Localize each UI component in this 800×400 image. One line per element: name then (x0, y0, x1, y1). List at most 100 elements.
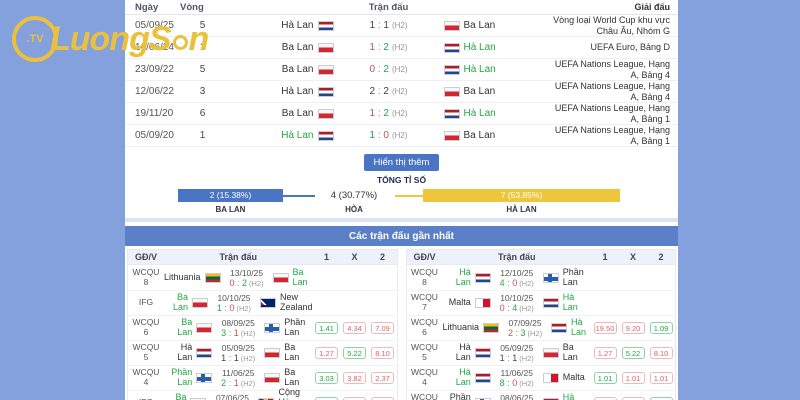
halftime-label: (H2) (519, 304, 534, 313)
stage-round: WCQU 4 (407, 368, 443, 388)
mt-flag-icon (475, 298, 491, 308)
odds-cell: 19.50 (591, 322, 619, 334)
home-team-name: Hà Lan (164, 343, 192, 363)
odds-value: 8.10 (650, 347, 673, 359)
home-team: Phần Lan (164, 368, 212, 388)
site-logo-watermark: .TV LuongSn (12, 16, 208, 62)
match-date: 05/09/20 (125, 130, 180, 141)
away-score: 1 (512, 353, 517, 363)
away-team-name: Hà Lan (464, 42, 496, 53)
balan-category-label: BA LAN (178, 205, 283, 214)
home-team-name: Hà Lan (443, 368, 471, 388)
match-cell: Hà Lan11/06/258 : 0(H2)Malta (443, 368, 592, 388)
stage-round: WCQU 8 (128, 268, 164, 288)
match-cell: Ba Lan1 : 2(H2) Hà Lan (225, 42, 552, 53)
nl-flag-icon (318, 21, 334, 31)
home-team: Ba Lan (225, 108, 334, 119)
away-team: Ba Lan (444, 86, 553, 97)
stage-round: WCQU 6 (407, 318, 443, 338)
nl-flag-icon (318, 131, 334, 141)
away-team: New Zealand (260, 293, 313, 313)
away-team: Ba Lan (444, 130, 553, 141)
match-cell: Malta10/10/250 : 4(H2)Hà Lan (443, 293, 592, 313)
away-team: Ba Lan (273, 268, 313, 288)
match-score: 0 : 2(H2) (334, 64, 444, 75)
away-score: 1 (234, 328, 239, 338)
match-date: 10/10/25 (491, 293, 543, 303)
match-date: 05/09/25 (212, 343, 264, 353)
round-number: 6 (180, 108, 225, 119)
date-score-cell: 10/10/251 : 0(H2) (208, 293, 260, 313)
stage-round: WCQU 6 (128, 318, 164, 338)
away-team: Hà Lan (444, 64, 553, 75)
odds-value: 1.27 (315, 347, 338, 359)
away-score: 2 (383, 42, 389, 53)
odds-cell: 1.01 (647, 372, 675, 384)
tournament-name: UEFA Nations League, Hạng A, Bảng 1 (552, 125, 678, 147)
match-score: 3 : 1(H2) (212, 328, 264, 338)
tournament-name: UEFA Nations League, Hạng A, Bảng 1 (552, 103, 678, 125)
tournament-name: Vòng loại World Cup khu vực Châu Âu, Nhó… (552, 15, 678, 37)
recent-match-row: WCQU 5Hà Lan05/09/251 : 1(H2)Ba Lan1.275… (128, 340, 397, 365)
match-score: 0 : 2(H2) (221, 278, 273, 288)
h2h-row: 23/09/225Ba Lan0 : 2(H2)Hà LanUEFA Natio… (125, 59, 678, 81)
recent-match-row: WCQU 5Hà Lan05/09/251 : 1(H2)Ba Lan1.275… (407, 340, 676, 365)
home-team: Ba Lan (164, 293, 208, 313)
nl-flag-icon (543, 298, 559, 308)
odds-cell: 5.22 (341, 347, 369, 359)
date-score-cell: 07/09/252 : 3(H2) (499, 318, 551, 338)
away-score: 0 (229, 303, 234, 313)
match-cell: Ba Lan10/10/251 : 0(H2)New Zealand (164, 293, 313, 313)
match-cell: Ba Lan1 : 2(H2)Hà Lan (225, 108, 552, 119)
show-more-button[interactable]: Hiển thị thêm (364, 154, 440, 171)
odds-value: 1.09 (650, 322, 673, 334)
match-score: 2 : 3(H2) (499, 328, 551, 338)
away-team-name: Hà Lan (571, 318, 591, 338)
away-team: Hà Lan (551, 318, 591, 338)
h2h-header-round: Vòng (180, 2, 225, 13)
match-date: 10/10/25 (208, 293, 260, 303)
pl-flag-icon (444, 131, 460, 141)
away-team-name: Malta (563, 373, 585, 383)
home-team-name: Ba Lan (164, 318, 192, 338)
halftime-label: (H2) (519, 354, 534, 363)
home-team-name: Phần Lan (164, 368, 192, 388)
show-more-row: Hiển thị thêm (125, 152, 678, 171)
nl-flag-icon (475, 373, 491, 383)
away-score: 1 (234, 353, 239, 363)
recent-match-row: WCQU 6Lithuania 07/09/252 : 3(H2) Hà Lan19… (407, 315, 676, 340)
away-score: 2 (383, 86, 389, 97)
recent-header-1: 1 (313, 252, 341, 262)
halftime-label: (H2) (392, 43, 408, 52)
logo-small-ball-icon (173, 35, 188, 50)
match-score: 0 : 4(H2) (491, 303, 543, 313)
home-team: Ba Lan (225, 42, 334, 53)
match-score: 1 : 2(H2) (334, 42, 444, 53)
match-cell: Hà Lan2 : 2(H2)Ba Lan (225, 86, 552, 97)
home-team-name: Ba Lan (164, 393, 186, 400)
halftime-label: (H2) (241, 329, 256, 338)
home-team: Hà Lan (443, 268, 491, 288)
stage-round: IFG (128, 298, 164, 308)
odds-value: 3.03 (315, 372, 338, 384)
odds-value: 1.01 (622, 372, 645, 384)
match-cell: Hà Lan05/09/251 : 1(H2)Ba Lan (164, 343, 313, 363)
away-score: 4 (512, 303, 517, 313)
odds-value: 5.22 (343, 347, 366, 359)
away-team-name: Hà Lan (464, 108, 496, 119)
nz-flag-icon (260, 298, 276, 308)
recent-header-1: 1 (591, 252, 619, 262)
away-team: Hà Lan (444, 108, 553, 119)
logo-text-part1: LuongS (50, 20, 171, 59)
odds-cell: 4.34 (341, 322, 369, 334)
home-team-name: Lithuania (443, 323, 480, 333)
home-team: Hà Lan (225, 130, 334, 141)
away-team: Ba Lan (264, 368, 312, 388)
recent-table-right-body: WCQU 8Hà Lan12/10/254 : 0(H2)Phần LanWCQ… (407, 265, 676, 400)
match-score: 2 : 1(H2) (212, 378, 264, 388)
tournament-name: UEFA Euro, Bảng D (552, 42, 678, 53)
odds-value: 19.50 (594, 322, 617, 334)
recent-match-row: IFGBa Lan07/06/252 : 0(H2)Cộng Hòa Moldo… (128, 390, 397, 400)
halftime-label: (H2) (392, 21, 408, 30)
match-cell: Lithuania13/10/250 : 2(H2)Ba Lan (164, 268, 313, 288)
